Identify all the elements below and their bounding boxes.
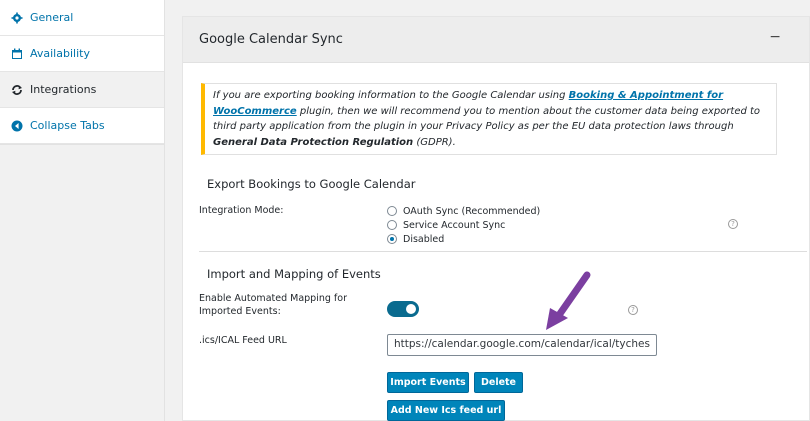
annotation-arrow: [546, 271, 591, 330]
integration-panel: Google Calendar Sync − If you are export…: [182, 16, 810, 421]
import-events-button[interactable]: Import Events: [387, 372, 469, 393]
integration-mode-label: Integration Mode:: [199, 205, 284, 216]
tab-availability-label: Availability: [30, 47, 90, 60]
radio-service-account[interactable]: [387, 220, 397, 230]
export-heading: Export Bookings to Google Calendar: [207, 177, 416, 191]
mapping-label: Enable Automated Mapping for Imported Ev…: [199, 293, 347, 317]
radio-oauth[interactable]: [387, 206, 397, 216]
collapse-toggle[interactable]: −: [769, 29, 781, 45]
tabs-filler: [0, 144, 164, 421]
notice-text-1: If you are exporting booking information…: [213, 90, 569, 101]
section-header[interactable]: Google Calendar Sync −: [183, 17, 809, 63]
tab-general[interactable]: General: [0, 0, 164, 36]
add-feed-url-button[interactable]: Add New Ics feed url: [387, 400, 505, 421]
notice-bold: General Data Protection Regulation: [213, 136, 414, 148]
tab-collapse[interactable]: Collapse Tabs: [0, 108, 164, 144]
mapping-toggle[interactable]: [387, 301, 419, 317]
section-title: Google Calendar Sync: [199, 32, 343, 47]
radio-oauth-row[interactable]: OAuth Sync (Recommended): [387, 204, 540, 218]
feed-url-input[interactable]: https://calendar.google.com/calendar/ica…: [387, 334, 657, 356]
delete-button[interactable]: Delete: [474, 372, 523, 393]
notice-text-3: (GDPR).: [413, 136, 456, 148]
app-root: General Availability Integrations Collap…: [0, 0, 810, 421]
radio-disabled[interactable]: [387, 234, 397, 244]
tab-collapse-label: Collapse Tabs: [30, 119, 105, 132]
integration-mode-radios: OAuth Sync (Recommended) Service Account…: [387, 204, 540, 246]
feed-url-label: .ics/ICAL Feed URL: [199, 335, 287, 346]
radio-disabled-label: Disabled: [403, 233, 445, 245]
help-icon[interactable]: ?: [628, 305, 638, 315]
gdpr-notice: If you are exporting booking information…: [201, 83, 777, 155]
settings-tabs: General Availability Integrations Collap…: [0, 0, 165, 421]
collapse-icon: [10, 119, 24, 133]
tab-general-label: General: [30, 11, 74, 24]
radio-oauth-label: OAuth Sync (Recommended): [403, 205, 541, 217]
radio-service-row[interactable]: Service Account Sync: [387, 218, 540, 232]
section-divider: [199, 251, 807, 252]
gear-icon: [10, 11, 24, 25]
sync-icon: [10, 83, 24, 97]
radio-service-label: Service Account Sync: [403, 219, 506, 231]
radio-disabled-row[interactable]: Disabled: [387, 232, 540, 246]
tab-integrations-label: Integrations: [30, 83, 97, 96]
calendar-icon: [10, 47, 24, 61]
tab-integrations[interactable]: Integrations: [0, 72, 164, 108]
tab-availability[interactable]: Availability: [0, 36, 164, 72]
import-heading: Import and Mapping of Events: [207, 267, 381, 281]
help-icon[interactable]: ?: [728, 219, 738, 229]
